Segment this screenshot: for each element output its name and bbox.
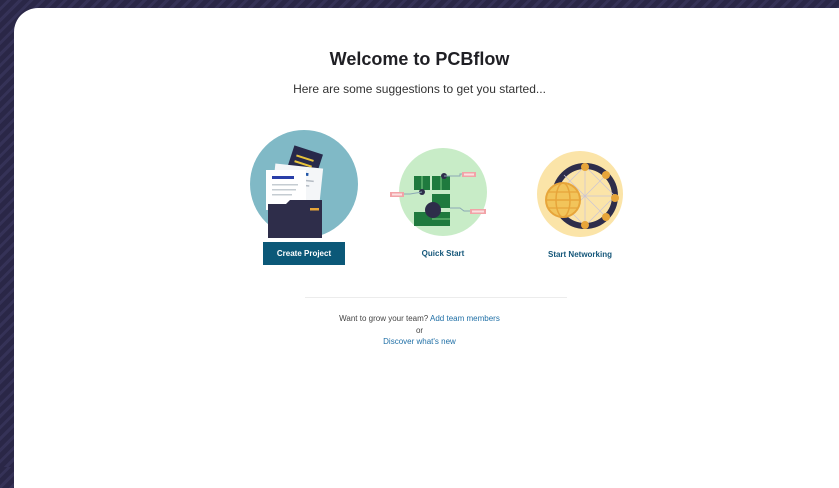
welcome-panel <box>14 8 839 488</box>
page-title: Welcome to PCBflow <box>329 49 510 69</box>
grow-team-line: Want to grow your team? Add team members <box>0 314 839 323</box>
or-separator: or <box>415 326 424 335</box>
add-team-members-link[interactable]: Add team members <box>430 314 500 323</box>
start-networking-link[interactable]: Start Networking <box>544 250 616 259</box>
pcb-board-icon <box>390 148 487 236</box>
discover-line: Discover what's new <box>0 337 839 346</box>
folder-documents-icon <box>250 130 358 238</box>
discover-whats-new-link[interactable]: Discover what's new <box>383 337 456 346</box>
page-subtitle: Here are some suggestions to get you sta… <box>293 82 546 96</box>
globe-network-icon <box>537 151 623 237</box>
grow-team-prompt: Want to grow your team? <box>339 314 429 323</box>
create-project-button[interactable]: Create Project <box>263 242 345 265</box>
section-divider <box>305 297 567 298</box>
quick-start-link[interactable]: Quick Start <box>410 249 476 258</box>
